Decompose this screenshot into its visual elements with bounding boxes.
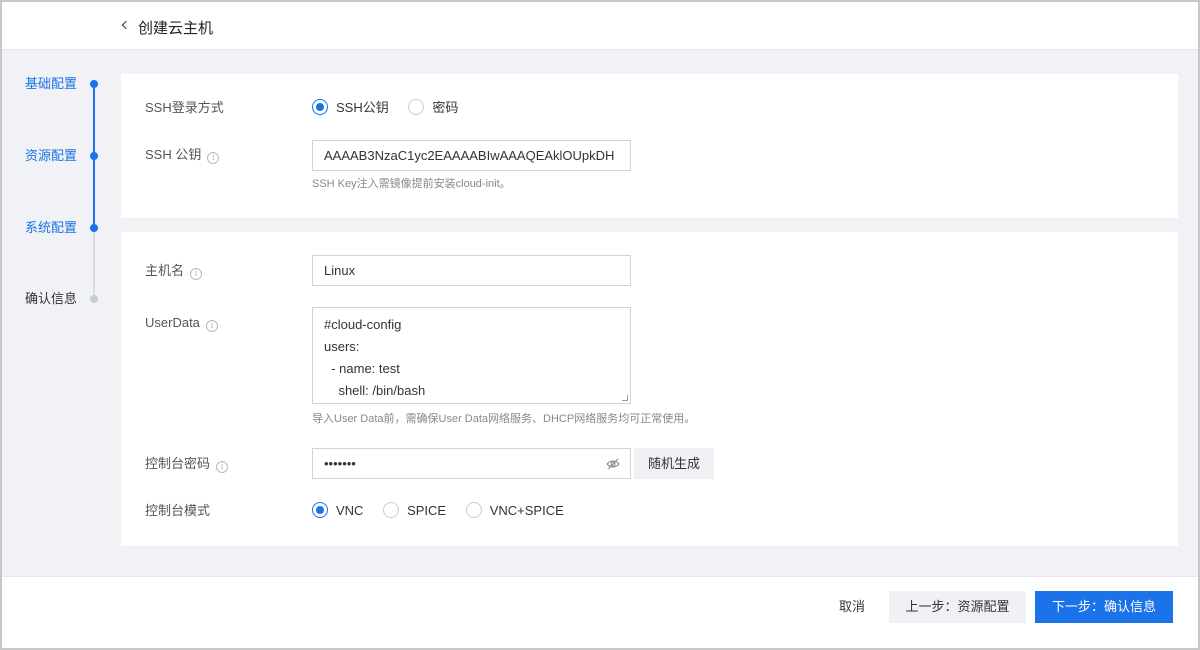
radio-label: SPICE xyxy=(407,503,447,518)
eye-hidden-icon[interactable] xyxy=(606,457,620,471)
back-chevron-icon[interactable] xyxy=(120,17,130,33)
console-mode-radio-group: VNC SPICE VNC+SPICE xyxy=(312,501,580,521)
next-step-button[interactable]: 下一步：确认信息 xyxy=(1035,591,1173,623)
radio-vnc-spice[interactable]: VNC+SPICE xyxy=(465,501,564,521)
hostname-label: 主机名 i xyxy=(145,261,203,281)
console-password-label: 控制台密码 i xyxy=(145,454,229,474)
userdata-line: shell: /bin/bash xyxy=(324,383,426,398)
radio-password[interactable]: 密码 xyxy=(408,98,458,118)
step-resource-config[interactable]: 资源配置 xyxy=(0,146,115,166)
userdata-line: - name: test xyxy=(324,361,400,376)
ssh-login-label: SSH登录方式 xyxy=(145,100,224,115)
console-password-label-text: 控制台密码 xyxy=(145,456,211,471)
step-system-config[interactable]: 系统配置 xyxy=(0,218,115,238)
cancel-button[interactable]: 取消 xyxy=(822,591,882,623)
page-header: 创建云主机 xyxy=(2,2,1198,50)
radio-ssh-key[interactable]: SSH公钥 xyxy=(312,98,389,118)
radio-unchecked-icon xyxy=(465,502,482,518)
userdata-textarea[interactable]: #cloud-config users: - name: test shell:… xyxy=(312,307,631,404)
radio-unchecked-icon xyxy=(383,502,400,518)
radio-label: VNC+SPICE xyxy=(489,503,564,518)
radio-checked-icon xyxy=(312,99,328,115)
ssh-key-input[interactable]: AAAAB3NzaC1yc2EAAAABIwAAAQEAklOUpkDH xyxy=(312,140,631,171)
info-icon[interactable]: i xyxy=(216,461,229,473)
resize-grip-icon[interactable] xyxy=(622,395,628,401)
ssh-key-hint: SSH Key注入需镜像提前安装cloud-init。 xyxy=(312,178,511,190)
step-dot xyxy=(90,80,98,88)
userdata-label: UserData i xyxy=(145,313,218,333)
ssh-config-card: SSH登录方式 SSH公钥 密码 SSH 公钥 i AAAAB3NzaC1yc2E… xyxy=(121,74,1178,218)
radio-label: VNC xyxy=(336,503,364,518)
step-confirm-info[interactable]: 确认信息 xyxy=(0,289,115,309)
wizard-steps: 基础配置 资源配置 系统配置 确认信息 xyxy=(0,50,115,575)
userdata-hint: 导入User Data前，需确保User Data网络服务、DHCP网络服务均可… xyxy=(312,413,696,425)
step-dot xyxy=(90,295,98,303)
radio-label: 密码 xyxy=(432,100,459,115)
ssh-key-label: SSH 公钥 i xyxy=(145,145,220,165)
ssh-login-radio-group: SSH公钥 密码 xyxy=(312,98,474,118)
radio-unchecked-icon xyxy=(408,99,425,115)
footer-bar: 取消 上一步：资源配置 下一步：确认信息 xyxy=(2,576,1198,648)
password-mask: ••••••• xyxy=(324,456,356,471)
radio-vnc[interactable]: VNC xyxy=(312,501,363,521)
step-dot xyxy=(90,152,98,160)
step-label: 确认信息 xyxy=(25,291,78,306)
console-mode-label: 控制台模式 xyxy=(145,503,211,518)
radio-spice[interactable]: SPICE xyxy=(383,501,446,521)
random-generate-button[interactable]: 随机生成 xyxy=(634,448,714,479)
step-basic-config[interactable]: 基础配置 xyxy=(0,74,115,94)
step-dot xyxy=(90,224,98,232)
page-title: 创建云主机 xyxy=(138,20,214,37)
prev-step-button[interactable]: 上一步：资源配置 xyxy=(889,591,1026,623)
userdata-line: #cloud-config xyxy=(324,317,402,332)
ssh-key-label-text: SSH 公钥 xyxy=(145,147,202,162)
info-icon[interactable]: i xyxy=(205,320,218,332)
userdata-label-text: UserData xyxy=(145,315,200,330)
radio-checked-icon xyxy=(312,502,328,518)
step-label: 基础配置 xyxy=(25,76,78,91)
system-config-card: 主机名 i Linux UserData i #cloud-config users… xyxy=(121,232,1178,546)
step-label: 系统配置 xyxy=(25,220,78,235)
info-icon[interactable]: i xyxy=(190,268,203,280)
info-icon[interactable]: i xyxy=(207,152,220,164)
hostname-label-text: 主机名 xyxy=(145,263,185,278)
radio-label: SSH公钥 xyxy=(336,100,389,115)
step-pending-line xyxy=(93,228,95,298)
userdata-line: users: xyxy=(324,339,360,354)
step-label: 资源配置 xyxy=(25,148,78,163)
hostname-input[interactable]: Linux xyxy=(312,255,631,286)
console-password-input[interactable]: ••••••• xyxy=(312,448,631,479)
